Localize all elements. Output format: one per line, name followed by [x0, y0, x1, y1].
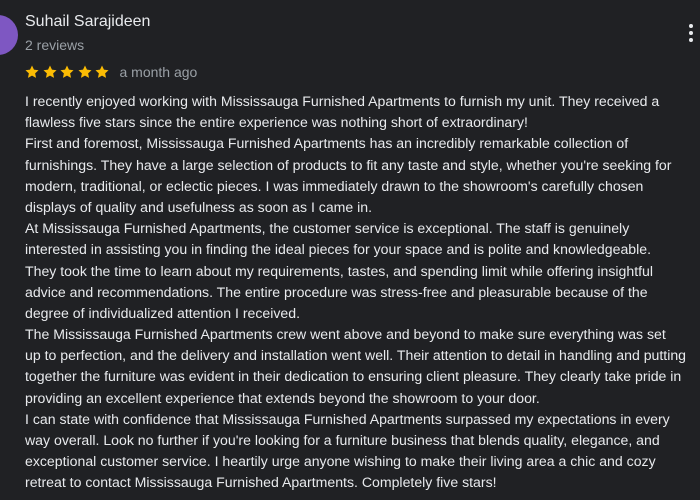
star-icon — [42, 65, 57, 78]
review-text-line: displays of quality and usefulness as so… — [25, 198, 373, 215]
review-text-line: together the furniture was evident in th… — [25, 368, 682, 385]
review-text-line: I recently enjoyed working with Mississa… — [25, 93, 660, 109]
review-count[interactable]: 2 reviews — [25, 36, 84, 54]
star-icon — [95, 65, 109, 78]
star-icon — [25, 65, 39, 78]
review-text-line: exceptional customer service. I heartily… — [25, 453, 656, 470]
review-text-line: furnishings. They have a large selection… — [25, 156, 672, 173]
review-text-line: modern, traditional, or eclectic pieces.… — [25, 177, 644, 194]
star-rating — [24, 64, 112, 80]
review-text-line: retreat to contact Mississauga Furnished… — [25, 474, 497, 491]
review-text-line: The Mississauga Furnished Apartments cre… — [25, 326, 666, 343]
review-text: I recently enjoyed working with Mississa… — [25, 91, 700, 494]
rating-row: a month ago — [24, 61, 197, 83]
more-vert-icon[interactable] — [682, 22, 700, 44]
menu-dot — [689, 38, 693, 42]
review-date: a month ago — [119, 64, 198, 80]
review-text-line: advice and recommendations. The entire p… — [25, 283, 648, 300]
menu-dot — [689, 24, 693, 28]
review-text-line: I can state with confidence that Mississ… — [25, 410, 670, 427]
review-text-line: interested in assisting you in finding t… — [25, 241, 652, 258]
review-text-line: At Mississauga Furnished Apartments, the… — [25, 220, 630, 237]
menu-dot — [689, 31, 693, 35]
star-icon — [77, 65, 92, 78]
review-text-line: degree of individualized attention I rec… — [25, 304, 301, 321]
review-text-line: way overall. Look no further if you're l… — [25, 432, 660, 448]
star-icon — [60, 65, 74, 78]
reviewer-name[interactable]: Suhail Sarajideen — [25, 12, 150, 32]
avatar[interactable] — [0, 15, 18, 55]
review-text-line: providing an excellent experience that e… — [25, 389, 540, 406]
review-text-line: flawless five stars since the entire exp… — [25, 114, 528, 131]
review-text-line: First and foremost, Mississauga Furnishe… — [25, 135, 629, 152]
review-text-line: up to perfection, and the delivery and i… — [25, 347, 687, 364]
review-text-line: They took the time to learn about my req… — [25, 262, 654, 279]
